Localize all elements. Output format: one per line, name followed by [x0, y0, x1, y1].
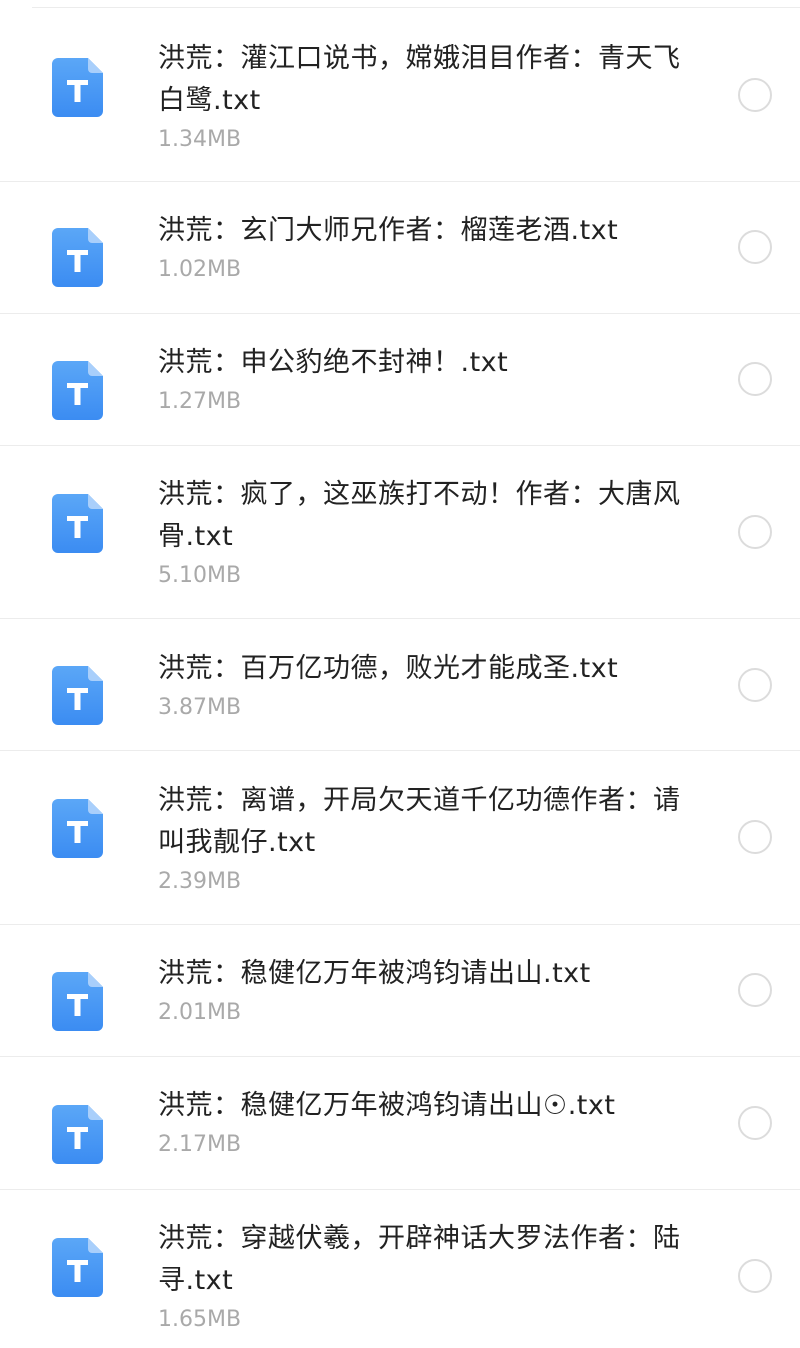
file-name: 洪荒：申公豹绝不封神！.txt [158, 347, 509, 378]
file-size: 1.27MB [158, 389, 242, 414]
txt-file-icon [52, 58, 103, 117]
txt-file-icon [52, 1105, 103, 1164]
select-radio[interactable] [738, 515, 772, 549]
file-name: 洪荒：稳健亿万年被鸿钧请出山☉.txt [158, 1090, 616, 1121]
file-size: 1.65MB [158, 1307, 242, 1332]
select-radio[interactable] [738, 1259, 772, 1293]
txt-file-icon [52, 666, 103, 725]
select-radio[interactable] [738, 973, 772, 1007]
file-size: 2.39MB [158, 869, 242, 894]
select-radio[interactable] [738, 78, 772, 112]
select-radio[interactable] [738, 820, 772, 854]
file-row[interactable]: 洪荒：稳健亿万年被鸿钧请出山.txt 2.01MB [0, 925, 800, 1057]
txt-file-icon [52, 972, 103, 1031]
file-row[interactable]: 洪荒：稳健亿万年被鸿钧请出山☉.txt 2.17MB [0, 1057, 800, 1190]
file-row[interactable]: 洪荒：穿越伏羲，开辟神话大罗法作者：陆寻.txt 1.65MB [0, 1190, 800, 1348]
select-radio[interactable] [738, 362, 772, 396]
file-list: 洪荒：灌江口说书，嫦娥泪目作者：青天飞白鹭.txt 1.34MB 洪荒：玄门大师… [0, 0, 800, 1348]
txt-file-icon [52, 1238, 103, 1297]
file-name: 洪荒：稳健亿万年被鸿钧请出山.txt [158, 958, 591, 989]
file-name: 洪荒：离谱，开局欠天道千亿功德作者：请叫我靓仔.txt [158, 785, 681, 858]
select-radio[interactable] [738, 668, 772, 702]
txt-file-icon [52, 494, 103, 553]
file-name: 洪荒：百万亿功德，败光才能成圣.txt [158, 653, 619, 684]
file-row[interactable]: 洪荒：百万亿功德，败光才能成圣.txt 3.87MB [0, 619, 800, 751]
select-radio[interactable] [738, 1106, 772, 1140]
txt-file-icon [52, 799, 103, 858]
file-row[interactable]: 洪荒：申公豹绝不封神！.txt 1.27MB [0, 314, 800, 446]
txt-file-icon [52, 228, 103, 287]
file-row[interactable]: 洪荒：灌江口说书，嫦娥泪目作者：青天飞白鹭.txt 1.34MB [0, 8, 800, 182]
file-size: 2.01MB [158, 1000, 242, 1025]
file-name: 洪荒：灌江口说书，嫦娥泪目作者：青天飞白鹭.txt [158, 43, 681, 116]
file-size: 2.17MB [158, 1132, 242, 1157]
file-row[interactable]: 洪荒：离谱，开局欠天道千亿功德作者：请叫我靓仔.txt 2.39MB [0, 751, 800, 925]
file-size: 3.87MB [158, 695, 242, 720]
file-row[interactable]: 洪荒：玄门大师兄作者：榴莲老酒.txt 1.02MB [0, 182, 800, 314]
file-row[interactable]: 洪荒：疯了，这巫族打不动！作者：大唐风骨.txt 5.10MB [0, 446, 800, 619]
file-size: 1.34MB [158, 127, 242, 152]
file-name: 洪荒：疯了，这巫族打不动！作者：大唐风骨.txt [158, 479, 681, 552]
file-size: 5.10MB [158, 563, 242, 588]
file-size: 1.02MB [158, 257, 242, 282]
txt-file-icon [52, 361, 103, 420]
file-name: 洪荒：玄门大师兄作者：榴莲老酒.txt [158, 215, 619, 246]
select-radio[interactable] [738, 230, 772, 264]
file-name: 洪荒：穿越伏羲，开辟神话大罗法作者：陆寻.txt [158, 1223, 681, 1296]
